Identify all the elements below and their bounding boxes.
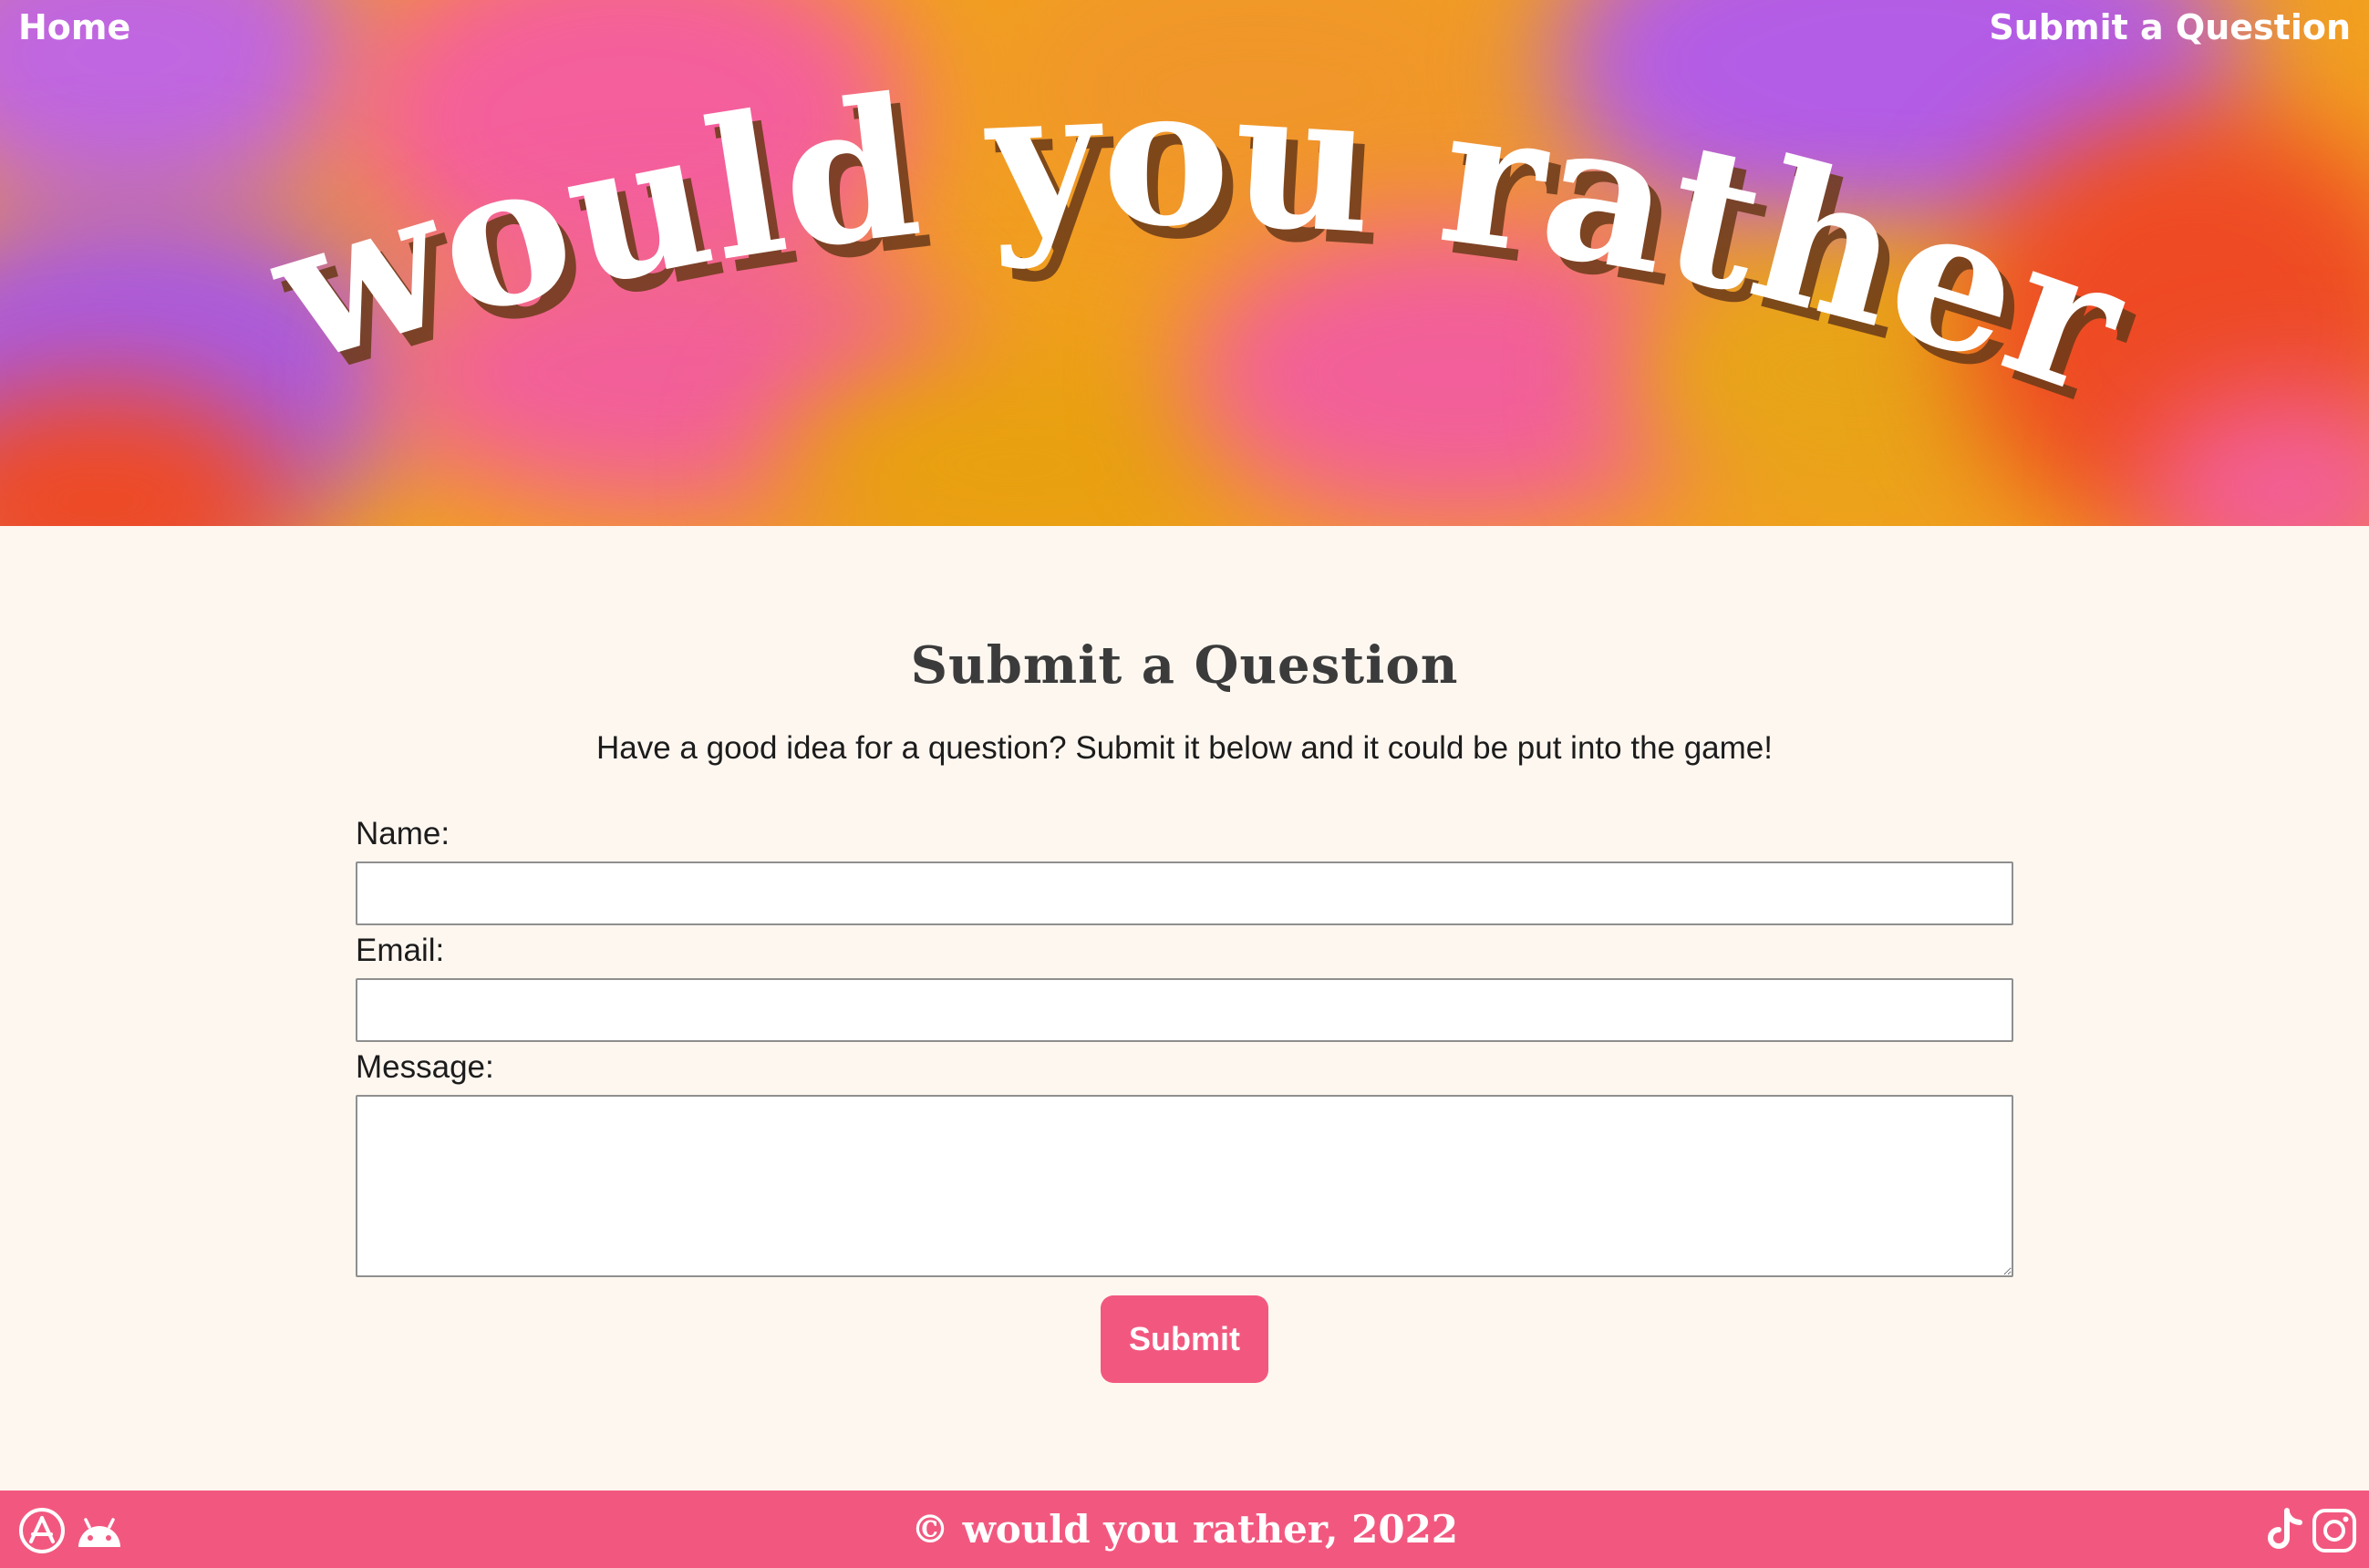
email-input[interactable] (356, 978, 2013, 1042)
app-store-icon[interactable] (18, 1507, 66, 1554)
nav-home-link[interactable]: Home (18, 7, 130, 47)
page-title: Submit a Question (910, 635, 1459, 696)
hero-title: would you rather ... would you rather ..… (0, 0, 2163, 453)
message-textarea[interactable] (356, 1095, 2013, 1277)
svg-text:would you rather ...: would you rather ... (0, 0, 2152, 440)
nav-submit-question-link[interactable]: Submit a Question (1989, 7, 2351, 47)
hero-banner: Home Submit a Question would you rather … (0, 0, 2369, 526)
name-label: Name: (356, 816, 450, 851)
footer: © would you rather, 2022 (0, 1491, 2369, 1568)
instagram-icon[interactable] (2311, 1507, 2358, 1554)
submit-question-section: Submit a Question Have a good idea for a… (0, 526, 2369, 1491)
hero-title-text: would you rather ... (0, 0, 2152, 440)
page-subtitle: Have a good idea for a question? Submit … (595, 730, 1773, 766)
message-label: Message: (356, 1049, 494, 1085)
name-input[interactable] (356, 861, 2013, 925)
submit-button[interactable]: Submit (1101, 1295, 1268, 1383)
android-icon[interactable] (73, 1507, 126, 1554)
tiktok-icon[interactable] (2261, 1507, 2309, 1554)
footer-copyright: © would you rather, 2022 (910, 1507, 1459, 1552)
email-label: Email: (356, 933, 445, 968)
